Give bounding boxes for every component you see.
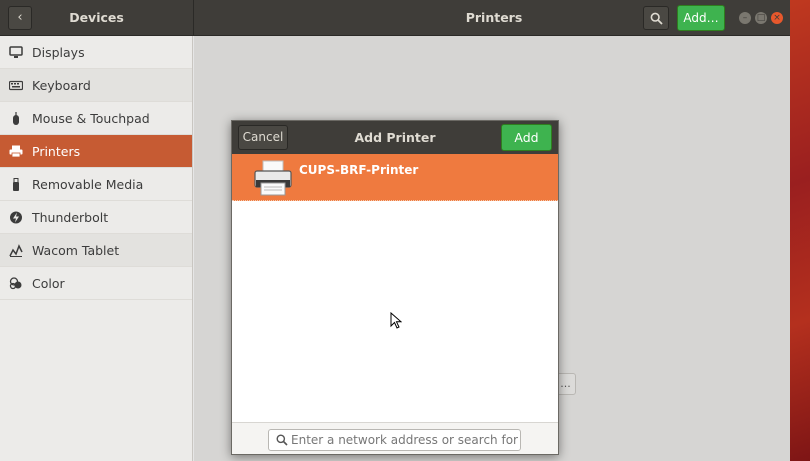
printer-name: CUPS-BRF-Printer: [299, 163, 419, 177]
close-button[interactable]: ×: [771, 12, 783, 24]
sidebar-item-displays[interactable]: Displays: [0, 36, 192, 69]
sidebar-item-mouse-touchpad[interactable]: Mouse & Touchpad: [0, 102, 192, 135]
mouse-cursor-icon: [390, 312, 402, 329]
minimize-icon: –: [742, 13, 748, 23]
headerbar: ‹ Devices Printers Add… – □ ×: [0, 0, 790, 36]
printer-list: CUPS-BRF-Printer: [232, 154, 558, 422]
sidebar-item-keyboard[interactable]: Keyboard: [0, 69, 192, 102]
maximize-icon: □: [756, 13, 766, 23]
usb-icon: [13, 178, 19, 191]
sidebar-item-label: Color: [32, 276, 65, 291]
sidebar-item-label: Keyboard: [32, 78, 91, 93]
sidebar-item-wacom-tablet[interactable]: Wacom Tablet: [0, 234, 192, 267]
minimize-button[interactable]: –: [739, 12, 751, 24]
network-search-field[interactable]: [268, 429, 521, 451]
printer-icon: [254, 160, 292, 196]
sidebar-item-label: Displays: [32, 45, 85, 60]
search-icon: [650, 12, 663, 25]
search-button[interactable]: [643, 6, 669, 30]
cancel-button[interactable]: Cancel: [238, 125, 288, 150]
sidebar-item-removable-media[interactable]: Removable Media: [0, 168, 192, 201]
mouse-icon: [13, 112, 19, 125]
sidebar-item-label: Mouse & Touchpad: [32, 111, 150, 126]
close-icon: ×: [773, 13, 781, 23]
network-address-input[interactable]: [291, 431, 519, 449]
sidebar-item-label: Removable Media: [32, 177, 144, 192]
sidebar-item-label: Printers: [32, 144, 81, 159]
add-button[interactable]: Add: [501, 124, 552, 151]
color-icon: [9, 277, 22, 290]
search-icon: [276, 434, 288, 446]
sidebar-item-printers[interactable]: Printers: [0, 135, 192, 168]
add-printer-button[interactable]: Add…: [677, 5, 725, 31]
add-printer-dialog: Cancel Add Printer Add CUPS-BRF-Printer: [231, 120, 559, 455]
sidebar-item-thunderbolt[interactable]: Thunderbolt: [0, 201, 192, 234]
keyboard-icon: [9, 80, 23, 91]
dialog-footer: [232, 422, 558, 454]
tablet-icon: [9, 244, 23, 257]
maximize-button[interactable]: □: [755, 12, 767, 24]
list-item[interactable]: CUPS-BRF-Printer: [232, 154, 558, 201]
sidebar-title: Devices: [69, 10, 124, 25]
dialog-header: Cancel Add Printer Add: [232, 121, 558, 154]
sidebar-item-label: Thunderbolt: [32, 210, 109, 225]
thunderbolt-icon: [10, 211, 22, 224]
sidebar: Displays Keyboard Mouse & Touchpad Print…: [0, 36, 193, 461]
display-icon: [9, 46, 23, 58]
sidebar-item-label: Wacom Tablet: [32, 243, 120, 258]
sidebar-item-color[interactable]: Color: [0, 267, 192, 300]
printer-icon: [9, 145, 23, 158]
